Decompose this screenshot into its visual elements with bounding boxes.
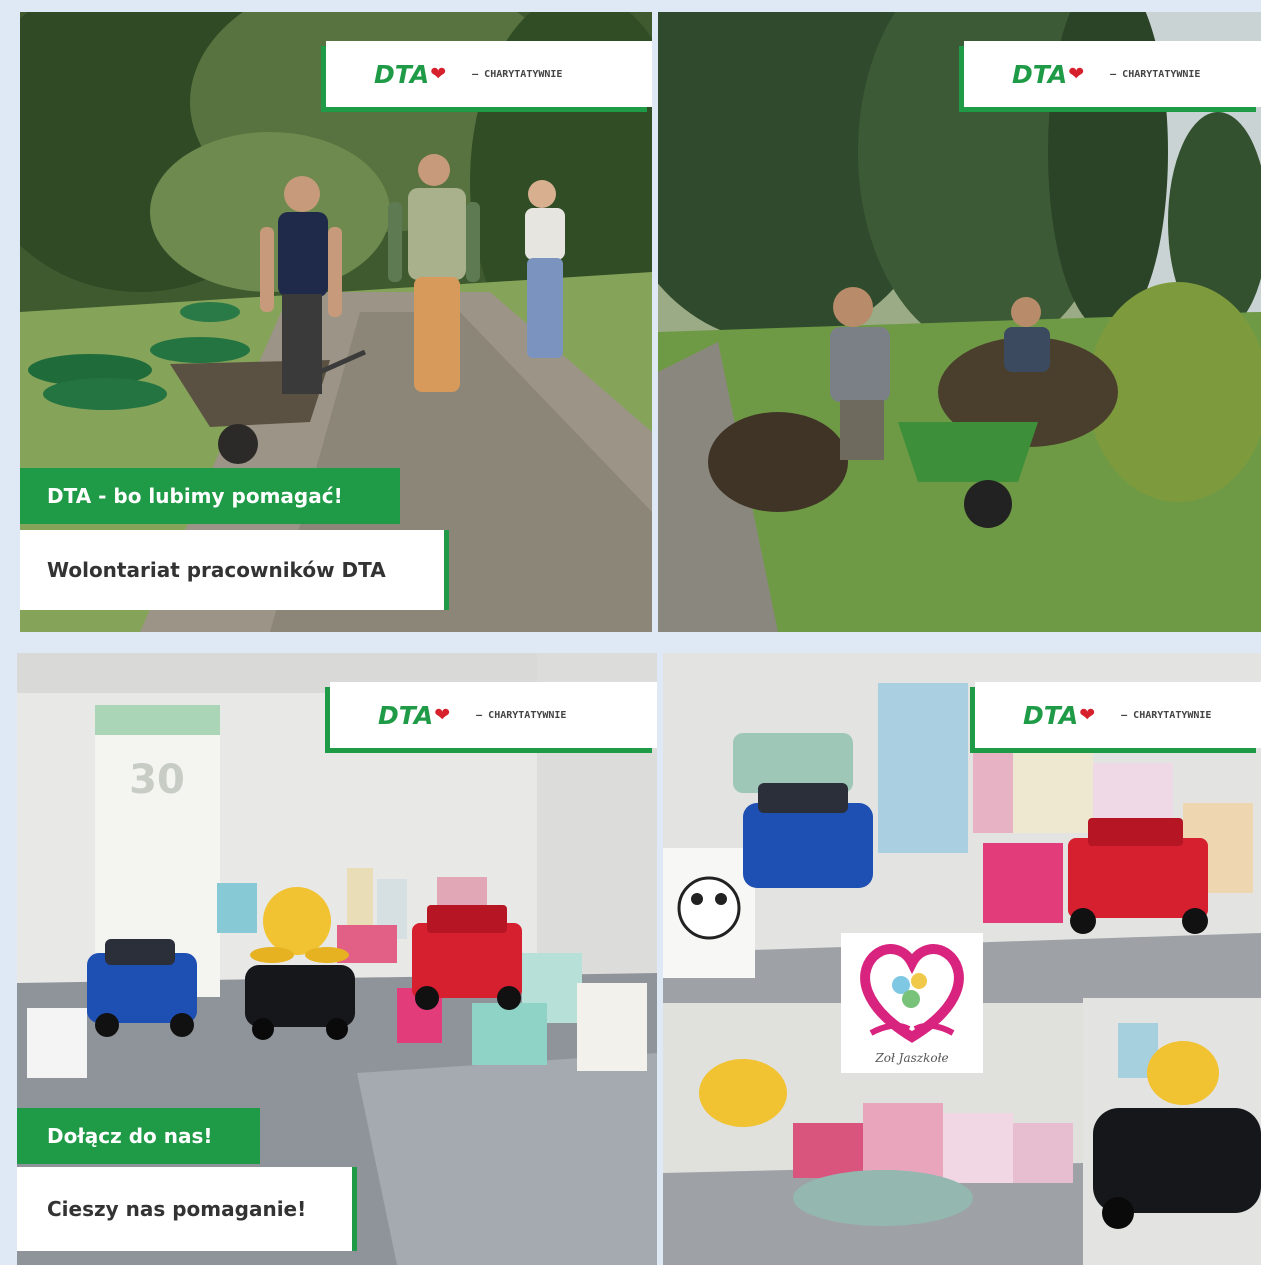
photo-tile-bush-clearing: DTA ❤ — CHARYTATYWNIE (658, 12, 1261, 632)
subheadline-caption: Cieszy nas pomaganie! (17, 1167, 352, 1251)
dta-logo-wordmark: DTA (1023, 700, 1079, 730)
photo-tile-volunteers-garden: DTA ❤ — CHARYTATYWNIE DTA - bo lubimy po… (20, 12, 652, 632)
dta-logo-wordmark: DTA (1012, 59, 1068, 89)
logo-tagline: — CHARYTATYWNIE (472, 68, 563, 80)
svg-text:30: 30 (129, 757, 185, 803)
brand-logo-bar: DTA ❤ — CHARYTATYWNIE (964, 41, 1261, 107)
headline-caption: DTA - bo lubimy pomagać! (20, 468, 400, 524)
brand-logo-bar: DTA ❤ — CHARYTATYWNIE (330, 682, 657, 748)
heart-hands-icon (860, 944, 964, 1043)
brand-logo-bar: DTA ❤ — CHARYTATYWNIE (975, 682, 1261, 748)
logo-tagline: — CHARYTATYWNIE (1121, 709, 1212, 721)
dta-logo-wordmark: DTA (378, 700, 434, 730)
headline-caption: Dołącz do nas! (17, 1108, 260, 1164)
photo-tile-gifts-office: 30 DTA ❤ — CHARYTATYWNIE Dołącz do nas! … (17, 653, 657, 1265)
logo-tagline: — CHARYTATYWNIE (1110, 68, 1201, 80)
charity-badge: Zoł Jaszkołe (841, 933, 983, 1073)
heart-icon: ❤ (430, 63, 447, 85)
photo-tile-gifts-collage: DTA ❤ — CHARYTATYWNIE Zoł Jaszkołe (663, 653, 1261, 1265)
badge-caption: Zoł Jaszkołe (875, 1051, 949, 1065)
heart-icon: ❤ (434, 704, 451, 726)
heart-icon: ❤ (1068, 63, 1085, 85)
heart-icon: ❤ (1079, 704, 1096, 726)
brand-logo-bar: DTA ❤ — CHARYTATYWNIE (326, 41, 652, 107)
logo-tagline: — CHARYTATYWNIE (476, 709, 567, 721)
dta-logo-wordmark: DTA (374, 59, 430, 89)
subheadline-caption: Wolontariat pracowników DTA (20, 530, 444, 610)
